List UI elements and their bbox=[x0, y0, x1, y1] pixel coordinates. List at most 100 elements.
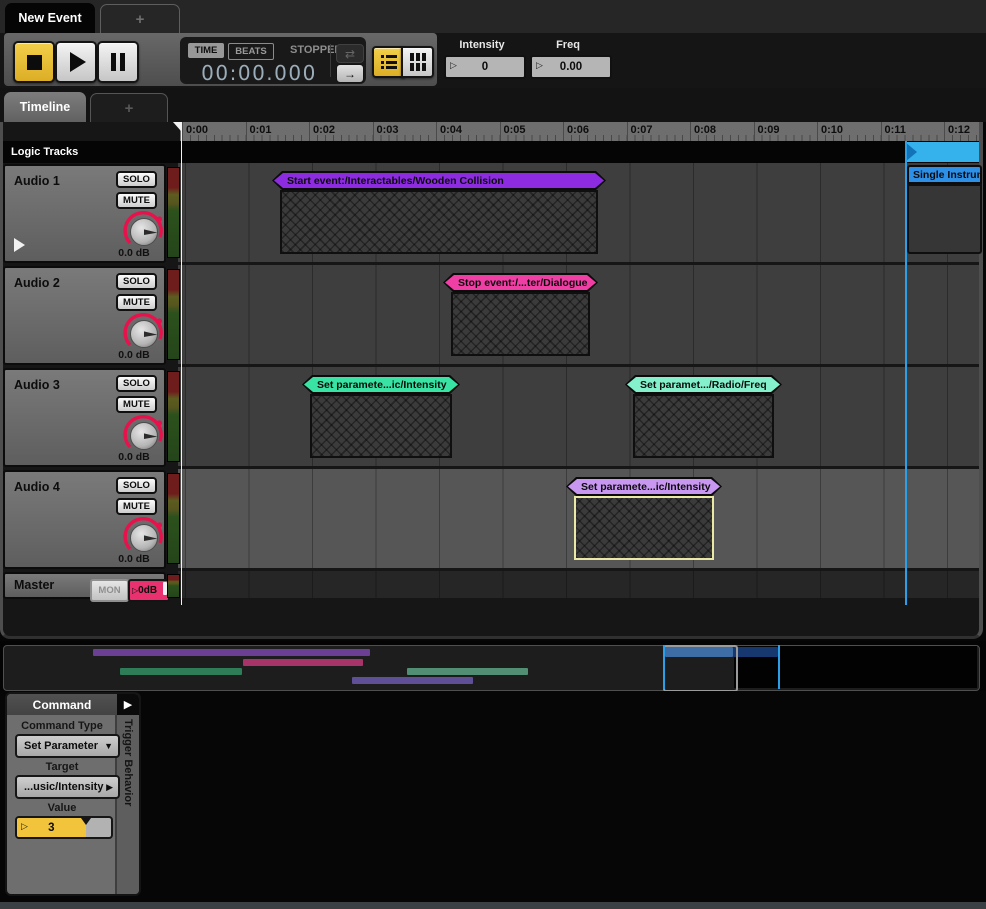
window-tab-bar: New Event + bbox=[0, 0, 986, 33]
timeline-ruler[interactable]: 0:000:010:020:030:040:050:060:070:080:09… bbox=[180, 122, 979, 141]
mute-button[interactable]: MUTE bbox=[116, 192, 157, 209]
clip-body[interactable] bbox=[574, 496, 714, 560]
track-lane[interactable] bbox=[178, 571, 979, 598]
fader-cursor-icon: ▷ bbox=[132, 586, 138, 595]
pause-button[interactable] bbox=[97, 41, 139, 83]
clip-body[interactable] bbox=[907, 184, 982, 254]
track-lane[interactable]: Set paramete...ic/Intensity bbox=[178, 469, 979, 568]
track-row: Stop event:/...ter/DialogueAudio 2SOLOMU… bbox=[3, 265, 979, 367]
track-header[interactable]: Audio 2SOLOMUTE 0.0 dB bbox=[3, 266, 166, 365]
param-intensity-field[interactable]: ▷ 0 bbox=[444, 55, 526, 79]
beats-mode-toggle[interactable]: BEATS bbox=[228, 43, 274, 60]
solo-button[interactable]: SOLO bbox=[116, 477, 157, 494]
add-timeline-tab-button[interactable]: + bbox=[90, 93, 168, 123]
stop-icon bbox=[27, 55, 42, 70]
param-intensity-label: Intensity bbox=[442, 39, 522, 51]
clip-body[interactable] bbox=[280, 190, 598, 254]
solo-button[interactable]: SOLO bbox=[116, 273, 157, 290]
clip-label: Set paramete...ic/Intensity bbox=[304, 377, 458, 392]
stop-button[interactable] bbox=[13, 41, 55, 83]
track-header[interactable]: Audio 1SOLOMUTE 0.0 dB bbox=[3, 164, 166, 263]
ruler-gridline bbox=[563, 122, 564, 141]
value-slider-handle[interactable] bbox=[81, 818, 91, 825]
value-slider-value: 3 bbox=[48, 822, 54, 834]
clip-label: Set paramet.../Radio/Freq bbox=[627, 377, 780, 392]
command-play-button[interactable]: ▶ bbox=[117, 694, 139, 715]
level-meter bbox=[167, 574, 180, 598]
monitor-button[interactable]: MON bbox=[90, 579, 129, 602]
playhead-line[interactable] bbox=[181, 122, 182, 605]
value-slider[interactable]: 3 ▷ bbox=[15, 816, 113, 839]
clip-label: Single Instrument bbox=[907, 165, 982, 184]
level-meter bbox=[167, 269, 180, 360]
clip-body[interactable] bbox=[451, 292, 590, 356]
overview-loop-marker-line bbox=[663, 645, 665, 689]
mute-button[interactable]: MUTE bbox=[116, 498, 157, 515]
clip-body[interactable] bbox=[633, 394, 774, 458]
target-button[interactable]: ...usic/Intensity ▶ bbox=[15, 775, 120, 799]
loop-playback-button[interactable]: ⇄ bbox=[336, 44, 364, 63]
volume-readout: 0.0 dB bbox=[108, 349, 160, 361]
tab-new-event[interactable]: New Event bbox=[5, 3, 95, 33]
ruler-gridline bbox=[627, 122, 628, 141]
ruler-tick-label: 0:10 bbox=[821, 124, 843, 136]
ruler-tick-label: 0:11 bbox=[885, 124, 906, 136]
play-icon: ▶ bbox=[124, 698, 132, 711]
timeline-clip[interactable]: Set paramet.../Radio/Freq bbox=[625, 375, 782, 458]
track-row: Start event:/Interactables/Wooden Collis… bbox=[3, 163, 979, 265]
command-type-dropdown[interactable]: Set Parameter ▼ bbox=[15, 734, 120, 758]
ruler-tick-label: 0:03 bbox=[377, 124, 399, 136]
target-label: Target bbox=[7, 761, 117, 773]
pause-icon bbox=[111, 53, 125, 71]
ruler-tick-label: 0:12 bbox=[948, 124, 970, 136]
mute-button[interactable]: MUTE bbox=[116, 396, 157, 413]
param-intensity-value: 0 bbox=[482, 61, 488, 73]
timeline-clip[interactable]: Set paramete...ic/Intensity bbox=[566, 477, 722, 560]
track-header[interactable]: Audio 4SOLOMUTE 0.0 dB bbox=[3, 470, 166, 569]
clip-header[interactable]: Set paramet.../Radio/Freq bbox=[625, 375, 782, 394]
track-lane[interactable]: Stop event:/...ter/Dialogue bbox=[178, 265, 979, 364]
command-panel-title: Command bbox=[7, 694, 117, 715]
param-freq-field[interactable]: ▷ 0.00 bbox=[530, 55, 612, 79]
mute-button[interactable]: MUTE bbox=[116, 294, 157, 311]
grid-view-toggle[interactable] bbox=[401, 46, 434, 78]
overview-clip-bar bbox=[407, 668, 528, 675]
clip-header[interactable]: Set paramete...ic/Intensity bbox=[566, 477, 722, 496]
timeline-clip[interactable]: Start event:/Interactables/Wooden Collis… bbox=[272, 171, 606, 254]
clip-body[interactable] bbox=[310, 394, 452, 458]
ruler-tick-label: 0:08 bbox=[694, 124, 716, 136]
ruler-gridline bbox=[373, 122, 374, 141]
param-cursor-icon: ▷ bbox=[536, 60, 543, 71]
add-tab-button[interactable]: + bbox=[100, 4, 180, 33]
track-lane[interactable]: Start event:/Interactables/Wooden Collis… bbox=[178, 163, 979, 262]
ruler-tick-label: 0:04 bbox=[440, 124, 462, 136]
master-fader-button[interactable]: ▷0dB bbox=[128, 579, 170, 602]
clip-header[interactable]: Single Instrument bbox=[907, 165, 982, 184]
clip-header[interactable]: Start event:/Interactables/Wooden Collis… bbox=[272, 171, 606, 190]
tab-timeline[interactable]: Timeline bbox=[4, 92, 86, 122]
volume-readout: 0.0 dB bbox=[108, 451, 160, 463]
timeline-clip[interactable]: Stop event:/...ter/Dialogue bbox=[443, 273, 598, 356]
solo-button[interactable]: SOLO bbox=[116, 375, 157, 392]
loop-region-bar[interactable] bbox=[905, 142, 979, 162]
command-panel: Command ▶ Trigger Behavior Command Type … bbox=[5, 692, 141, 896]
clip-header[interactable]: Stop event:/...ter/Dialogue bbox=[443, 273, 598, 292]
play-button[interactable] bbox=[55, 41, 97, 83]
expand-track-icon[interactable] bbox=[14, 238, 25, 252]
solo-button[interactable]: SOLO bbox=[116, 171, 157, 188]
track-header[interactable]: MasterMON▷0dB bbox=[3, 572, 166, 599]
follow-playback-button[interactable]: → bbox=[336, 64, 364, 83]
track-header[interactable]: Audio 3SOLOMUTE 0.0 dB bbox=[3, 368, 166, 467]
track-lane[interactable]: Set paramete...ic/Intensity Set paramet..… bbox=[178, 367, 979, 466]
overview-clip-bar bbox=[733, 647, 778, 657]
track-row: MasterMON▷0dB bbox=[3, 571, 979, 601]
ruler-tick-label: 0:00 bbox=[186, 124, 208, 136]
timeline-clip[interactable]: Set paramete...ic/Intensity bbox=[302, 375, 460, 458]
overview-viewport[interactable] bbox=[663, 645, 738, 692]
time-mode-toggle[interactable]: TIME bbox=[188, 43, 224, 58]
timeline-clip[interactable]: Single Instrument bbox=[907, 165, 982, 254]
clip-header[interactable]: Set paramete...ic/Intensity bbox=[302, 375, 460, 394]
ruler-gridline bbox=[944, 122, 945, 141]
ruler-gridline bbox=[182, 122, 183, 141]
target-value: ...usic/Intensity bbox=[24, 781, 103, 793]
